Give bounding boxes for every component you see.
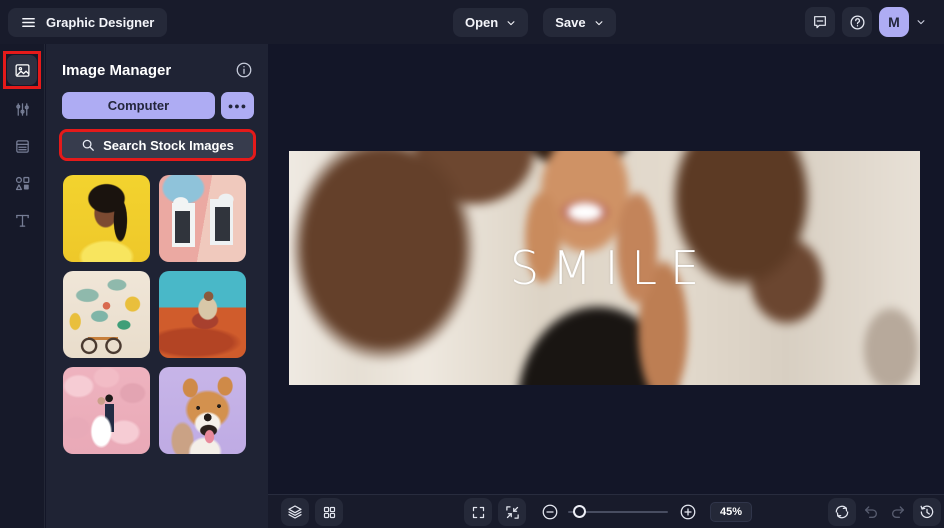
red-annotation-box-image-tool <box>3 51 41 89</box>
app-title: Graphic Designer <box>46 15 155 30</box>
sidebar-item-templates[interactable] <box>7 131 37 161</box>
layers-button[interactable] <box>281 498 309 526</box>
search-icon <box>81 138 95 152</box>
panel-title: Image Manager <box>62 61 172 79</box>
fit-to-screen-button[interactable] <box>498 498 526 526</box>
shapes-icon <box>14 175 31 192</box>
redo-button[interactable] <box>886 498 910 526</box>
info-icon[interactable] <box>235 61 253 79</box>
user-avatar[interactable]: M <box>879 7 909 37</box>
image-manager-panel: Image Manager Computer ●●● Search Stock … <box>46 44 268 528</box>
fullscreen-button[interactable] <box>464 498 492 526</box>
sidebar-item-graphics[interactable] <box>7 168 37 198</box>
search-stock-images-input[interactable]: Search Stock Images <box>62 132 253 158</box>
help-button[interactable] <box>842 7 872 37</box>
canvas-design-smile-banner[interactable]: SMILE <box>289 151 920 385</box>
fullscreen-icon <box>471 505 486 520</box>
account-chevron-down-icon[interactable] <box>916 17 926 27</box>
zoom-out-button[interactable] <box>538 498 562 526</box>
image-icon <box>14 62 31 79</box>
sliders-icon <box>14 101 31 118</box>
question-mark-icon <box>849 14 866 31</box>
feedback-button[interactable] <box>805 7 835 37</box>
redo-icon <box>890 504 906 520</box>
search-label: Search Stock Images <box>103 137 234 153</box>
refresh-canvas-button[interactable] <box>828 498 856 526</box>
top-bar-right: M <box>805 7 926 37</box>
file-actions: Open Save <box>453 8 616 37</box>
plus-circle-icon <box>679 503 697 521</box>
undo-button[interactable] <box>859 498 883 526</box>
stock-image-grid <box>46 161 268 454</box>
template-card-icon <box>14 138 31 155</box>
bottom-toolbar: 45% <box>268 494 944 528</box>
graphic-designer-app: Graphic Designer Open Save M Image Manag… <box>0 0 944 528</box>
comment-icon <box>812 14 828 30</box>
open-button[interactable]: Open <box>453 8 529 37</box>
collapse-arrows-icon <box>505 505 520 520</box>
zoom-slider-handle[interactable] <box>573 505 586 518</box>
sidebar-item-text[interactable] <box>7 205 37 235</box>
zoom-in-button[interactable] <box>676 498 700 526</box>
stock-image-thumbnail[interactable] <box>159 367 246 454</box>
minus-circle-icon <box>541 503 559 521</box>
grid-icon <box>322 505 337 520</box>
stock-image-thumbnail[interactable] <box>63 367 150 454</box>
computer-upload-button[interactable]: Computer <box>62 92 215 119</box>
stock-image-thumbnail[interactable] <box>159 175 246 262</box>
history-clock-icon <box>919 504 935 520</box>
history-button[interactable] <box>913 498 941 526</box>
refresh-icon <box>834 504 850 520</box>
zoom-level-field[interactable]: 45% <box>710 502 752 522</box>
top-bar: Graphic Designer Open Save M <box>0 0 944 44</box>
pages-grid-button[interactable] <box>315 498 343 526</box>
undo-icon <box>863 504 879 520</box>
chevron-down-icon <box>506 18 516 28</box>
chevron-down-icon <box>594 18 604 28</box>
red-annotation-box-search: Search Stock Images <box>59 129 256 161</box>
zoom-slider[interactable] <box>568 505 668 518</box>
stock-image-thumbnail[interactable] <box>159 271 246 358</box>
save-button[interactable]: Save <box>543 8 616 37</box>
layers-icon <box>287 504 303 520</box>
sidebar-item-image-manager[interactable] <box>7 55 37 85</box>
text-tool-icon <box>14 212 31 229</box>
stock-image-thumbnail[interactable] <box>63 175 150 262</box>
design-text-layer[interactable]: SMILE <box>289 151 920 385</box>
more-sources-button[interactable]: ●●● <box>221 92 254 119</box>
sidebar-item-edit[interactable] <box>7 94 37 124</box>
tool-rail <box>0 44 45 528</box>
stock-image-thumbnail[interactable] <box>63 271 150 358</box>
hamburger-menu-icon <box>21 15 36 30</box>
main-menu-button[interactable]: Graphic Designer <box>8 8 168 37</box>
